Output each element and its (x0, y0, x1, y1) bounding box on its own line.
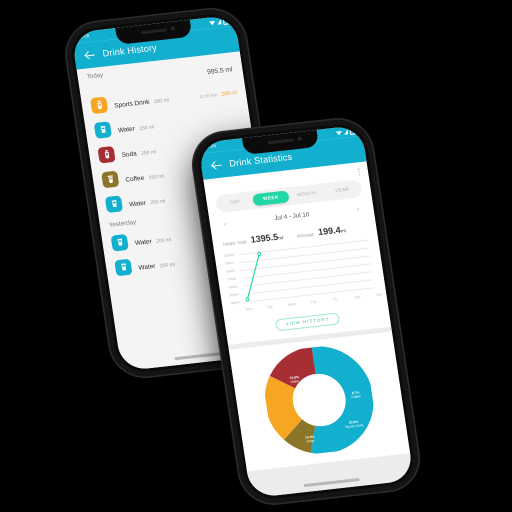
donut-label-water: 54.8% Water (289, 374, 300, 384)
signal-icon (216, 19, 222, 25)
y-axis-tick: 900ml (224, 260, 234, 266)
signal-icon (343, 129, 349, 135)
y-axis-tick: 500ml (229, 292, 239, 298)
phone-drink-statistics: 11:06 Drink Statistics DAY WEEK MONTH YE… (188, 116, 424, 507)
x-axis-tick: Wed (287, 302, 296, 307)
stat-value: 1395.5ml (249, 231, 284, 245)
drink-statistics-body[interactable]: DAY WEEK MONTH YEAR ‹ Jul 4 - Jul 10 › I… (203, 161, 415, 499)
phone2-screen: 11:06 Drink Statistics DAY WEEK MONTH YE… (197, 124, 415, 499)
weekly-line-chart: 1000ml 900ml 800ml 700ml 600ml 500ml 400… (223, 239, 383, 314)
list-item-name: Sports Drink (113, 98, 150, 110)
earpiece-speaker (267, 138, 294, 145)
stat-label: Average (296, 231, 315, 239)
group-total-today: 995.5 ml (206, 66, 233, 77)
battery-icon (349, 127, 356, 136)
tab-year[interactable]: YEAR (323, 182, 360, 198)
list-item-name: Water (117, 124, 136, 134)
list-item-amount: 250 ml (140, 148, 157, 157)
next-period-button[interactable]: › (353, 204, 363, 214)
water-glass-icon (110, 233, 129, 252)
x-axis-tick: Sat (354, 294, 361, 300)
stat-label: Intake Total (222, 239, 247, 247)
y-axis-tick: 700ml (227, 276, 237, 282)
list-item-name: Water (134, 237, 153, 247)
list-item-name: Water (138, 262, 156, 272)
list-item-amount: 150 ml (148, 173, 164, 181)
donut-svg (264, 346, 374, 454)
tab-month[interactable]: MONTH (288, 186, 325, 202)
statistics-card: DAY WEEK MONTH YEAR ‹ Jul 4 - Jul 10 › I… (203, 161, 392, 345)
list-item-goal: 288 ml (220, 89, 238, 98)
wifi-icon (208, 20, 216, 26)
stat-average: Average 199.4ml (295, 219, 346, 242)
front-camera (297, 136, 303, 141)
list-item-amount: 150 ml (138, 123, 155, 132)
sports-drink-icon (89, 96, 109, 114)
donut-label-soda: 15.9% Soda (304, 434, 315, 444)
view-history-button[interactable]: VIEW HISTORY (274, 311, 341, 331)
status-time: 11:00 (77, 33, 90, 40)
more-options-icon[interactable] (357, 168, 361, 176)
water-glass-icon (104, 194, 124, 213)
stat-unit: ml (277, 235, 284, 241)
status-time: 11:06 (204, 143, 217, 150)
list-item-name: Water (128, 199, 147, 208)
date-range-label: Jul 4 - Jul 10 (273, 211, 310, 222)
wifi-icon (335, 130, 343, 136)
list-item-amount: 200 ml (155, 236, 172, 245)
page-title: Drink Statistics (228, 151, 293, 169)
earpiece-speaker (140, 28, 167, 35)
coffee-cup-icon (101, 170, 120, 188)
chart-series-line (245, 251, 262, 302)
x-axis-tick: Sun (375, 292, 383, 298)
page-title: Drink History (101, 42, 158, 59)
y-axis-tick: 400ml (230, 300, 240, 306)
stat-intake-total: Intake Total 1395.5ml (221, 226, 284, 251)
list-item-amount: 200 ml (149, 197, 166, 206)
y-axis-tick: 1000ml (223, 252, 235, 258)
x-axis-tick: Tue (266, 304, 274, 310)
list-item-name: Soda (121, 149, 138, 159)
soda-can-icon (97, 145, 116, 164)
water-glass-icon (114, 258, 133, 276)
list-item-amount: 300 ml (153, 97, 170, 105)
list-item-name: Coffee (124, 174, 145, 184)
list-item-amount: 200 ml (159, 261, 176, 269)
stat-value: 199.4ml (317, 224, 346, 238)
x-axis-tick: Fri (333, 297, 338, 302)
screenshot-stage: 11:00 Drink History Today 995.5 ml Sport… (0, 0, 512, 512)
x-axis-tick: Mon (245, 306, 253, 312)
donut-label-coffee: 8.7% Coffee (351, 390, 362, 400)
battery-icon (222, 17, 229, 25)
list-item-right: 11:00 AM 288 ml (197, 81, 238, 103)
drink-breakdown-donut-chart: 54.8% Water 8.7% Coffee 20.6% Sports Drink … (259, 342, 380, 459)
phone2-bezel: 11:06 Drink Statistics DAY WEEK MONTH YE… (194, 121, 418, 502)
y-axis-tick: 600ml (228, 284, 238, 290)
water-glass-icon (93, 120, 112, 139)
tab-week[interactable]: WEEK (252, 190, 290, 207)
back-arrow-icon[interactable] (84, 49, 97, 61)
prev-period-button[interactable]: ‹ (221, 219, 231, 229)
stat-unit: ml (340, 228, 346, 234)
breakdown-card: 54.8% Water 8.7% Coffee 20.6% Sports Drink … (228, 331, 411, 472)
x-axis-tick: Thu (310, 299, 318, 305)
back-arrow-icon[interactable] (211, 159, 224, 171)
list-item-time: 11:00 AM (198, 91, 218, 99)
front-camera (171, 26, 176, 31)
y-axis-tick: 800ml (225, 268, 236, 274)
tab-day[interactable]: DAY (217, 194, 254, 210)
